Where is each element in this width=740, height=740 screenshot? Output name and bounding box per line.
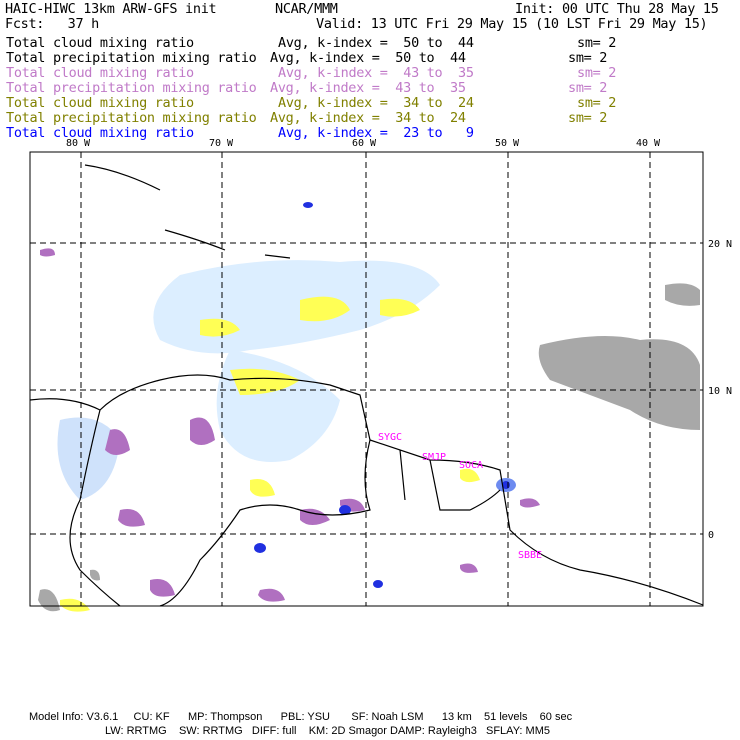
weather-map: 80 W 70 W 60 W 50 W 40 W 20 N 10 N 0 SYG… [29, 138, 732, 612]
lat-label: 10 N [708, 386, 732, 397]
station-label: SOCA [459, 460, 483, 471]
lon-label: 40 W [636, 138, 661, 149]
lon-label: 50 W [495, 138, 520, 149]
cloud-fields [38, 202, 700, 612]
model-info-line1: Model Info: V3.6.1 CU: KF MP: Thompson P… [29, 711, 573, 723]
lon-label: 70 W [209, 138, 234, 149]
lat-label: 0 [708, 530, 714, 541]
model-info-line2: LW: RRTMG SW: RRTMG DIFF: full KM: 2D Sm… [105, 725, 550, 737]
lon-label: 80 W [66, 138, 91, 149]
station-label: SMJP [422, 452, 446, 463]
station-label: SBBE [518, 550, 542, 561]
lat-label: 20 N [708, 239, 732, 250]
lon-label: 60 W [352, 138, 377, 149]
station-label: SYGC [378, 432, 402, 443]
